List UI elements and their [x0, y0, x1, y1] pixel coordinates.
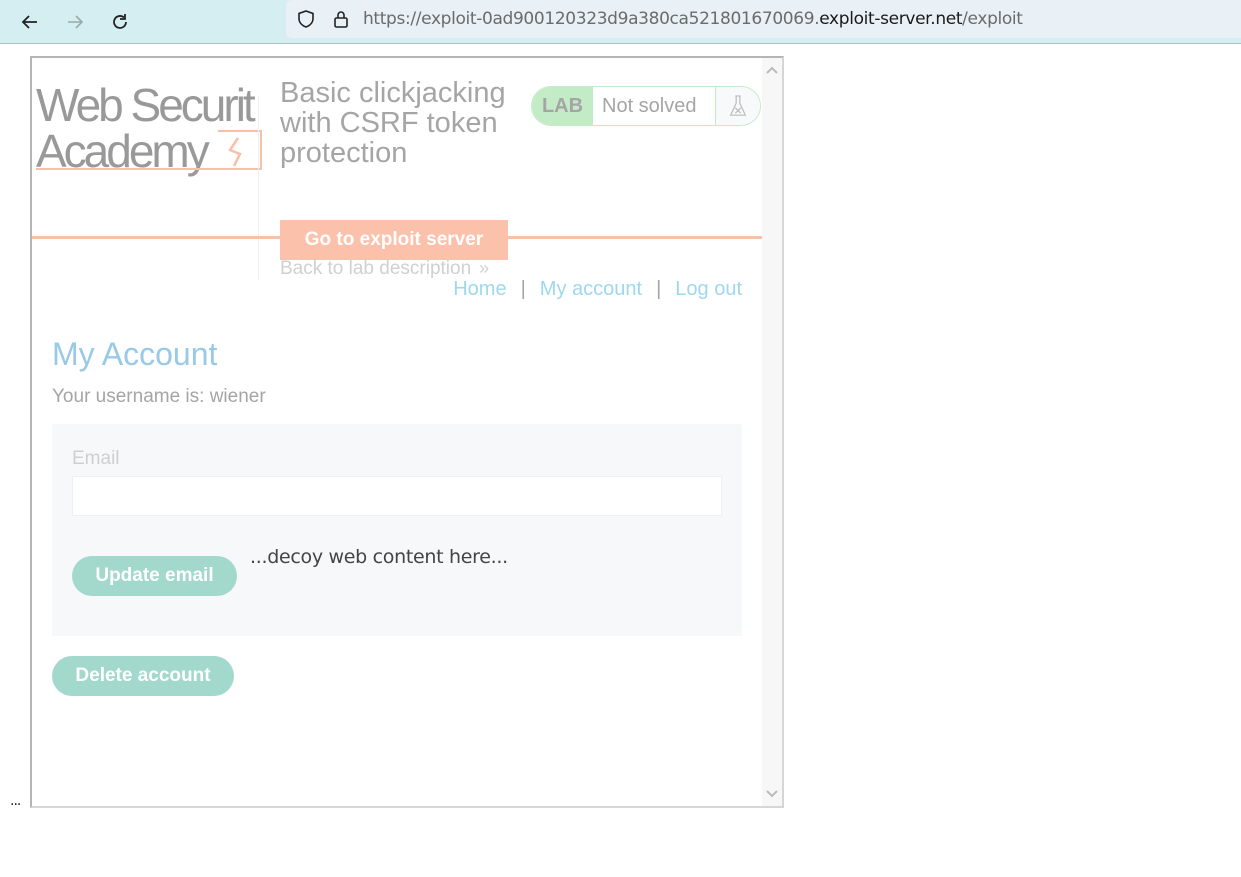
nav-separator: | [656, 278, 662, 300]
back-link-label: Back to lab description [280, 258, 472, 279]
reload-button[interactable] [106, 8, 134, 36]
shield-icon[interactable] [296, 9, 316, 29]
academy-logo[interactable]: Web Securit Academy [36, 80, 262, 176]
email-label: Email [72, 448, 120, 469]
change-email-form: Email Update email [52, 424, 742, 636]
flask-icon [716, 87, 760, 125]
url-text[interactable]: https://exploit-0ad900120323d9a380ca5218… [363, 9, 1023, 29]
go-to-exploit-server-button[interactable]: Go to exploit server [280, 220, 508, 260]
lab-status-text: Not solved [593, 87, 716, 125]
iframe-scrollbar[interactable] [762, 58, 782, 806]
nav-separator: | [520, 278, 526, 300]
forward-button[interactable] [61, 8, 89, 36]
chevron-right-icon: » [479, 258, 490, 278]
nav-log-out-link[interactable]: Log out [675, 278, 742, 301]
reload-icon [113, 14, 127, 29]
arrow-right-icon [68, 15, 84, 29]
logo-line1: Web Securit [36, 79, 256, 131]
url-path: /exploit [962, 9, 1023, 29]
decoy-content: ...decoy web content here... [250, 546, 508, 568]
top-nav: Home | My account | Log out [453, 278, 742, 301]
page-title: My Account [52, 336, 218, 372]
scroll-down-icon[interactable] [762, 784, 782, 804]
lab-status-widget: LAB Not solved [531, 86, 761, 126]
back-button[interactable] [16, 8, 44, 36]
logo-lightning-icon [218, 130, 262, 170]
lab-badge: LAB [532, 87, 593, 125]
update-email-button[interactable]: Update email [72, 556, 237, 596]
scroll-up-icon[interactable] [762, 60, 782, 80]
url-domain: exploit-server.net [819, 9, 963, 29]
header-divider [258, 96, 259, 280]
back-to-lab-description-link[interactable]: Back to lab description » [280, 258, 489, 280]
browser-toolbar: https://exploit-0ad900120323d9a380ca5218… [0, 0, 1241, 44]
lab-page: Web Securit Academy Basic clickjacking w… [32, 58, 762, 806]
lab-title: Basic clickjacking with CSRF token prote… [280, 77, 506, 169]
logo-underline [36, 168, 262, 170]
lock-icon[interactable] [331, 9, 351, 29]
username-text: Your username is: wiener [52, 386, 266, 407]
nav-my-account-link[interactable]: My account [540, 278, 642, 301]
email-field[interactable] [72, 476, 722, 516]
trailing-ellipsis: ... [10, 793, 21, 809]
target-iframe: Web Securit Academy Basic clickjacking w… [30, 56, 784, 808]
nav-home-link[interactable]: Home [453, 278, 506, 301]
url-prefix: https://exploit-0ad900120323d9a380ca5218… [363, 9, 820, 29]
arrow-left-icon [21, 15, 37, 29]
url-bar[interactable]: https://exploit-0ad900120323d9a380ca5218… [286, 0, 1241, 38]
delete-account-button[interactable]: Delete account [52, 656, 234, 696]
